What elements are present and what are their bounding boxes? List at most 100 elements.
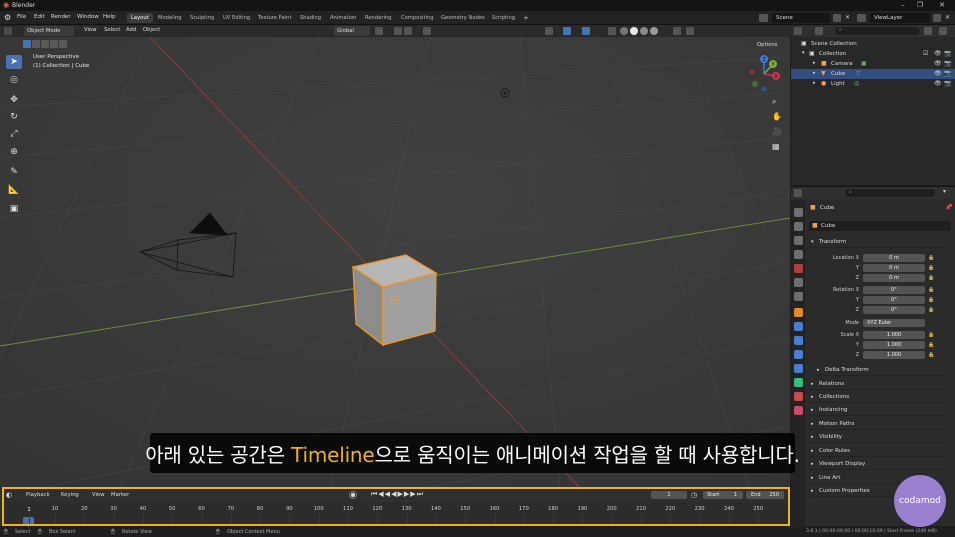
timeline-editor-icon[interactable]: ◐ — [6, 491, 12, 499]
tab-animation[interactable]: Animation — [326, 13, 360, 23]
solid-shading-icon[interactable] — [630, 27, 638, 35]
rotation-y-field[interactable]: 0° — [863, 296, 925, 304]
display-mode-icon[interactable] — [815, 27, 823, 35]
tab-texture-icon[interactable] — [794, 406, 803, 415]
tab-scene-icon[interactable] — [794, 264, 803, 273]
lock-icon[interactable]: 🔒 — [928, 307, 934, 313]
eye-icon[interactable]: 👁 — [934, 60, 942, 67]
tab-shading[interactable]: Shading — [296, 13, 325, 23]
new-scene-icon[interactable] — [833, 14, 841, 22]
menu-edit[interactable]: Edit — [34, 14, 45, 20]
tab-world-icon[interactable] — [794, 278, 803, 287]
menu-view[interactable]: View — [92, 492, 105, 498]
tab-view-layer-icon[interactable] — [794, 250, 803, 259]
menu-file[interactable]: File — [17, 14, 26, 20]
tab-output-icon[interactable] — [794, 236, 803, 245]
options-dropdown[interactable]: Options — [754, 40, 781, 50]
select-mode-set-icon[interactable] — [23, 40, 31, 48]
menu-help[interactable]: Help — [103, 14, 116, 20]
close-icon[interactable]: ✕ — [934, 1, 950, 9]
viewport-display-section[interactable]: ▸ Viewport Display — [809, 459, 949, 470]
gizmo-toggle-icon[interactable] — [563, 27, 571, 35]
blender-menu-icon[interactable]: ⚙ — [4, 13, 11, 22]
rotation-z-field[interactable]: 0° — [863, 306, 925, 314]
zoom-icon[interactable]: ⌕ — [772, 97, 776, 107]
new-view-layer-icon[interactable] — [933, 14, 941, 22]
render-camera-icon[interactable]: 📷 — [944, 70, 951, 77]
location-x-field[interactable]: 0 m — [863, 254, 925, 262]
timeline-ruler[interactable]: 1 10 20 30 40 50 60 70 80 90 100 110 120 130 140 150 160… — [0, 502, 790, 537]
collections-section[interactable]: ▸ Collections — [809, 392, 949, 403]
pan-hand-icon[interactable]: ✋ — [772, 112, 782, 121]
scene-selector[interactable]: Scene — [772, 13, 830, 23]
select-mode-invert-icon[interactable] — [50, 40, 58, 48]
annotate-tool-icon[interactable]: ✎ — [6, 165, 22, 179]
select-mode-extend-icon[interactable] — [32, 40, 40, 48]
lock-icon[interactable]: 🔒 — [928, 352, 934, 358]
proportional-edit-icon[interactable] — [423, 27, 431, 35]
tab-sculpting[interactable]: Sculpting — [186, 13, 218, 23]
tab-render-icon[interactable] — [794, 222, 803, 231]
add-cube-tool-icon[interactable]: ▣ — [6, 202, 22, 216]
maximize-icon[interactable]: ❐ — [912, 1, 928, 9]
outliner-row-scene-collection[interactable]: ▣ Scene Collection — [791, 39, 955, 49]
tab-physics-icon[interactable] — [794, 350, 803, 359]
tab-texture-paint[interactable]: Texture Paint — [254, 13, 295, 23]
rotate-tool-icon[interactable]: ↻ — [6, 110, 22, 124]
location-z-field[interactable]: 0 m — [863, 274, 925, 282]
scale-x-field[interactable]: 1.000 — [863, 331, 925, 339]
location-y-field[interactable]: 0 m — [863, 264, 925, 272]
outliner-row-light[interactable]: ▸ ● Light ◎ 👁 📷 — [791, 79, 955, 89]
tab-uv-editing[interactable]: UV Editing — [219, 13, 254, 23]
render-camera-icon[interactable]: 📷 — [944, 60, 951, 67]
delta-transform-section[interactable]: ▸ Delta Transform — [815, 365, 949, 376]
end-frame-field[interactable]: End 250 — [746, 491, 784, 499]
checkbox-icon[interactable]: ☑ — [923, 50, 928, 57]
xray-icon[interactable] — [608, 27, 616, 35]
current-frame-field[interactable]: 1 — [651, 491, 687, 499]
tab-modeling[interactable]: Modeling — [154, 13, 186, 23]
restrict-select-icon[interactable] — [686, 27, 694, 35]
add-workspace-button[interactable]: + — [519, 12, 533, 22]
outliner-row-camera[interactable]: ▸ ■ Camera ▣ 👁 📷 — [791, 59, 955, 69]
select-box-tool-icon[interactable]: ➤ — [6, 55, 22, 69]
timeline-editor[interactable]: ◐ Playback Keying View Marker ⏮◀◀◀▶▶▶⏭ 1… — [0, 488, 790, 537]
expand-chevron-icon[interactable]: ▾ — [802, 50, 805, 56]
menu-window[interactable]: Window — [77, 14, 99, 20]
menu-marker[interactable]: Marker — [111, 492, 129, 498]
render-camera-icon[interactable]: 📷 — [944, 50, 951, 57]
menu-object[interactable]: Object — [143, 27, 160, 33]
lock-icon[interactable]: 🔒 — [928, 287, 934, 293]
menu-view[interactable]: View — [84, 27, 97, 33]
eye-icon[interactable]: 👁 — [934, 50, 942, 57]
lock-icon[interactable]: 🔒 — [928, 342, 934, 348]
snap-target-icon[interactable] — [404, 27, 412, 35]
pin-icon[interactable]: 📌 — [945, 204, 952, 211]
tab-rendering[interactable]: Rendering — [361, 13, 396, 23]
properties-options-icon[interactable]: ▾ — [943, 188, 946, 195]
lock-icon[interactable]: 🔒 — [928, 255, 934, 261]
visibility-icon[interactable] — [545, 27, 553, 35]
scene-icon[interactable] — [759, 14, 768, 22]
outliner-row-collection[interactable]: ▾ ▣ Collection ☑ 👁 📷 — [791, 49, 955, 59]
menu-keying[interactable]: Keying — [61, 492, 79, 498]
lock-icon[interactable]: 🔒 — [928, 265, 934, 271]
menu-playback[interactable]: Playback — [26, 492, 50, 498]
expand-chevron-icon[interactable]: ▸ — [813, 80, 816, 86]
transform-tool-icon[interactable]: ⊕ — [6, 145, 22, 159]
material-shading-icon[interactable] — [640, 27, 648, 35]
outliner-editor-icon[interactable] — [794, 27, 802, 35]
tab-tool-icon[interactable] — [794, 208, 803, 217]
overlay-toggle-icon[interactable] — [582, 27, 590, 35]
record-button[interactable] — [349, 491, 357, 499]
new-collection-icon[interactable] — [939, 27, 947, 35]
tab-modifiers-icon[interactable] — [794, 322, 803, 331]
pivot-icon[interactable] — [375, 27, 383, 35]
tab-object-icon[interactable] — [794, 308, 803, 317]
properties-search-input[interactable]: ⌕ — [845, 189, 935, 197]
start-frame-field[interactable]: Start 1 — [703, 491, 743, 499]
editor-type-icon[interactable] — [4, 27, 12, 35]
camera-view-icon[interactable]: 🎥 — [772, 127, 782, 136]
ortho-grid-icon[interactable]: ▦ — [772, 142, 780, 151]
menu-render[interactable]: Render — [51, 14, 71, 20]
